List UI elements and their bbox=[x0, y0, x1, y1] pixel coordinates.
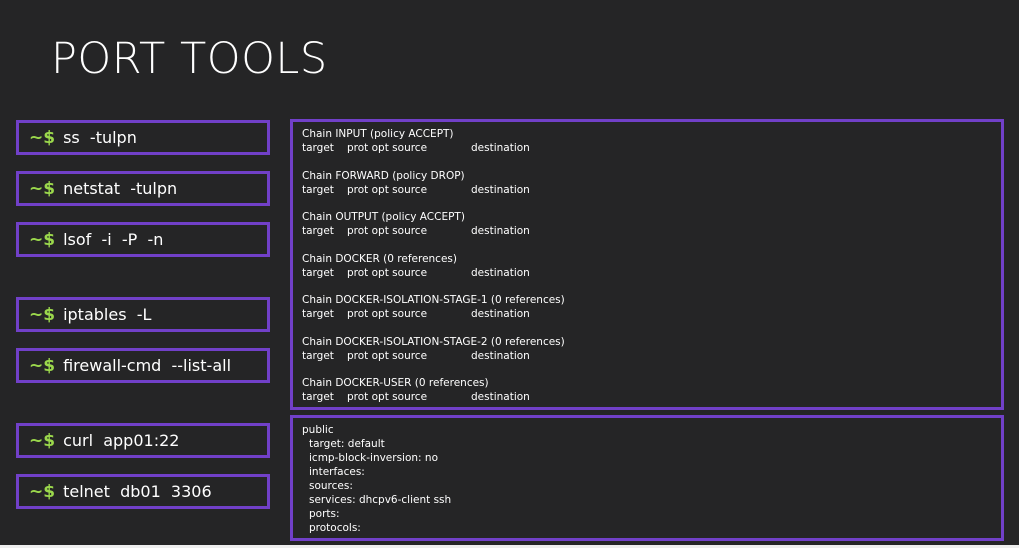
output-line: target: default bbox=[309, 438, 385, 450]
col-destination: destination bbox=[471, 184, 530, 196]
chain-block: Chain DOCKER-ISOLATION-STAGE-1 (0 refere… bbox=[302, 293, 565, 321]
command-box-lsof: ~$ lsof -i -P -n bbox=[16, 222, 270, 257]
command-text: iptables -L bbox=[63, 305, 152, 324]
col-target: target bbox=[302, 184, 334, 196]
chain-header: Chain DOCKER-ISOLATION-STAGE-2 (0 refere… bbox=[302, 336, 565, 348]
col-target: target bbox=[302, 308, 334, 320]
command-box-telnet: ~$ telnet db01 3306 bbox=[16, 474, 270, 509]
output-line: protocols: bbox=[309, 522, 361, 534]
output-line: interfaces: bbox=[309, 466, 365, 478]
command-box-netstat: ~$ netstat -tulpn bbox=[16, 171, 270, 206]
iptables-output-panel: Chain INPUT (policy ACCEPT) target prot … bbox=[290, 119, 1004, 410]
chain-block: Chain DOCKER-ISOLATION-STAGE-2 (0 refere… bbox=[302, 335, 565, 363]
prompt-symbol: ~$ bbox=[29, 178, 56, 199]
col-destination: destination bbox=[471, 267, 530, 279]
command-box-curl: ~$ curl app01:22 bbox=[16, 423, 270, 458]
firewall-output-panel: public target: default icmp-block-invers… bbox=[290, 415, 1004, 541]
command-text: ss -tulpn bbox=[63, 128, 137, 147]
slide: PORT TOOLS ~$ ss -tulpn ~$ netstat -tulp… bbox=[0, 0, 1019, 545]
chain-header: Chain DOCKER (0 references) bbox=[302, 253, 457, 265]
col-prot-opt-source: prot opt source bbox=[347, 308, 428, 320]
prompt-symbol: ~$ bbox=[29, 481, 56, 502]
zone-name: public bbox=[302, 424, 334, 436]
command-box-firewall-cmd: ~$ firewall-cmd --list-all bbox=[16, 348, 270, 383]
prompt-symbol: ~$ bbox=[29, 430, 56, 451]
output-line: services: dhcpv6-client ssh bbox=[309, 494, 452, 506]
chain-header: Chain FORWARD (policy DROP) bbox=[302, 170, 465, 182]
chain-header: Chain DOCKER-ISOLATION-STAGE-1 (0 refere… bbox=[302, 294, 565, 306]
col-prot-opt-source: prot opt source bbox=[347, 142, 428, 154]
col-target: target bbox=[302, 350, 334, 362]
chain-block: Chain DOCKER (0 references) target prot … bbox=[302, 252, 530, 280]
command-text: telnet db01 3306 bbox=[63, 482, 212, 501]
firewall-output-text: public target: default icmp-block-invers… bbox=[302, 423, 451, 535]
prompt-symbol: ~$ bbox=[29, 304, 56, 325]
col-prot-opt-source: prot opt source bbox=[347, 267, 428, 279]
col-destination: destination bbox=[471, 142, 530, 154]
command-text: firewall-cmd --list-all bbox=[63, 356, 232, 375]
chain-block: Chain FORWARD (policy DROP) target prot … bbox=[302, 169, 530, 197]
chain-header: Chain INPUT (policy ACCEPT) bbox=[302, 128, 454, 140]
chain-block: Chain INPUT (policy ACCEPT) target prot … bbox=[302, 127, 530, 155]
prompt-symbol: ~$ bbox=[29, 355, 56, 376]
chain-header: Chain OUTPUT (policy ACCEPT) bbox=[302, 211, 465, 223]
output-line: ports: bbox=[309, 508, 340, 520]
command-text: lsof -i -P -n bbox=[63, 230, 164, 249]
prompt-symbol: ~$ bbox=[29, 127, 56, 148]
col-target: target bbox=[302, 391, 334, 403]
chain-header: Chain DOCKER-USER (0 references) bbox=[302, 377, 489, 389]
prompt-symbol: ~$ bbox=[29, 229, 56, 250]
output-line: sources: bbox=[309, 480, 353, 492]
chain-block: Chain OUTPUT (policy ACCEPT) target prot… bbox=[302, 210, 530, 238]
col-destination: destination bbox=[471, 308, 530, 320]
col-destination: destination bbox=[471, 391, 530, 403]
col-prot-opt-source: prot opt source bbox=[347, 391, 428, 403]
command-text: netstat -tulpn bbox=[63, 179, 178, 198]
col-prot-opt-source: prot opt source bbox=[347, 350, 428, 362]
col-target: target bbox=[302, 225, 334, 237]
col-prot-opt-source: prot opt source bbox=[347, 225, 428, 237]
col-prot-opt-source: prot opt source bbox=[347, 184, 428, 196]
col-target: target bbox=[302, 267, 334, 279]
col-destination: destination bbox=[471, 225, 530, 237]
command-box-ss: ~$ ss -tulpn bbox=[16, 120, 270, 155]
command-text: curl app01:22 bbox=[63, 431, 180, 450]
col-target: target bbox=[302, 142, 334, 154]
output-line: icmp-block-inversion: no bbox=[309, 452, 439, 464]
col-destination: destination bbox=[471, 350, 530, 362]
command-box-iptables: ~$ iptables -L bbox=[16, 297, 270, 332]
page-title: PORT TOOLS bbox=[51, 34, 328, 84]
chain-block: Chain DOCKER-USER (0 references) target … bbox=[302, 376, 530, 404]
